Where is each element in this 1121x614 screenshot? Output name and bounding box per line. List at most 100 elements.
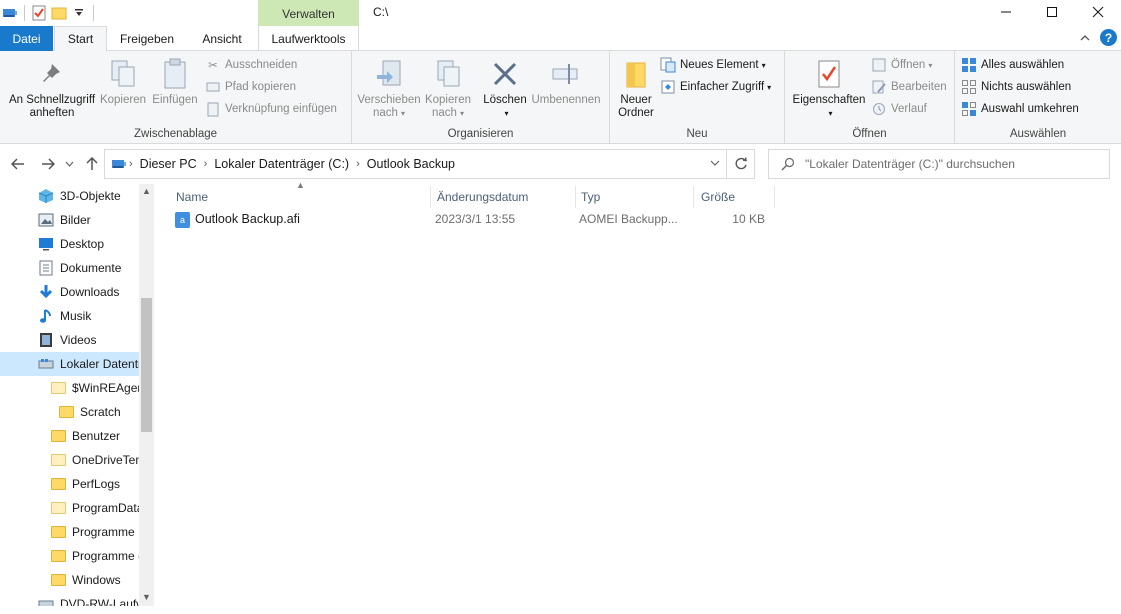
breadcrumb-separator[interactable]: ›: [129, 158, 133, 170]
3d-objects-icon: [38, 188, 54, 204]
nav-item-programdata[interactable]: ProgramData: [0, 496, 140, 520]
nav-item-documents[interactable]: Dokumente: [0, 256, 140, 280]
organize-group: Verschieben nach ▾ Kopieren nach ▾ Löschen…: [352, 51, 610, 144]
properties-checkmark-icon: [812, 57, 846, 91]
nav-item-scratch[interactable]: Scratch: [0, 400, 140, 424]
pin-quick-access-button[interactable]: An Schnellzugriff anheften: [4, 57, 100, 120]
file-size: 10 KB: [732, 212, 765, 226]
status-bar: [0, 606, 1121, 614]
chevron-down-icon: [65, 161, 73, 167]
customize-qat-icon[interactable]: [69, 2, 89, 24]
nav-item-downloads[interactable]: Downloads: [0, 280, 140, 304]
copy-button[interactable]: Kopieren: [98, 57, 148, 107]
nav-item-dvd-drive[interactable]: DVD-RW-Laufwerk: [0, 592, 140, 606]
paste-button[interactable]: Einfügen: [150, 57, 200, 107]
breadcrumb-outlook-backup[interactable]: Outlook Backup: [367, 157, 455, 171]
close-button[interactable]: [1075, 0, 1121, 24]
file-list: ▲ Name Änderungsdatum Typ Größe a Outloo…: [160, 180, 1121, 606]
invert-selection-button[interactable]: Auswahl umkehren: [961, 99, 1079, 119]
select-none-button[interactable]: Nichts auswählen: [961, 77, 1071, 97]
breadcrumb-this-pc[interactable]: Dieser PC: [140, 157, 197, 171]
tab-home[interactable]: Start: [54, 26, 107, 52]
desktop-icon: [38, 236, 54, 252]
scroll-down-arrow[interactable]: ▼: [139, 590, 154, 604]
nav-item-music[interactable]: Musik: [0, 304, 140, 328]
column-header-type[interactable]: Typ: [565, 184, 693, 210]
refresh-button[interactable]: [727, 149, 755, 179]
forward-arrow-icon: [42, 158, 55, 170]
new-folder-icon[interactable]: [49, 2, 69, 24]
new-folder-button[interactable]: Neuer Ordner: [614, 57, 658, 120]
column-header-name[interactable]: Name: [160, 184, 430, 210]
paste-shortcut-button[interactable]: Verknüpfung einfügen: [205, 99, 337, 119]
delete-button[interactable]: Löschen ▾: [480, 57, 530, 120]
folder-icon: [50, 524, 66, 540]
copy-to-button[interactable]: Kopieren nach ▾: [422, 57, 474, 120]
nav-item-videos[interactable]: Videos: [0, 328, 140, 352]
history-button[interactable]: Verlauf: [871, 99, 927, 119]
properties-button[interactable]: Eigenschaften ▾: [789, 57, 869, 120]
move-to-button[interactable]: Verschieben nach ▾: [356, 57, 422, 120]
column-header-size[interactable]: Größe: [685, 184, 775, 210]
drive-icon: [38, 356, 54, 372]
maximize-button[interactable]: [1029, 0, 1075, 24]
up-button[interactable]: [82, 154, 102, 174]
tab-share[interactable]: Freigeben: [108, 26, 186, 51]
folder-icon: [50, 452, 66, 468]
select-all-button[interactable]: Alles auswählen: [961, 55, 1064, 75]
file-name[interactable]: Outlook Backup.afi: [195, 212, 300, 226]
properties-icon[interactable]: [29, 2, 49, 24]
open-icon: [871, 57, 887, 73]
clipboard-group-label: Zwischenablage: [133, 128, 218, 140]
nav-item-winreagent[interactable]: $WinREAgent: [0, 376, 140, 400]
navigation-pane-scrollbar[interactable]: ▲ ▼: [139, 184, 154, 606]
easy-access-button[interactable]: Einfacher Zugriff ▾: [660, 77, 771, 97]
address-history-dropdown[interactable]: [710, 157, 720, 169]
nav-item-local-disk[interactable]: Lokaler Datenträger (C:): [0, 352, 140, 376]
open-button[interactable]: Öffnen ▾: [871, 55, 932, 75]
select-all-icon: [961, 57, 977, 73]
search-input[interactable]: "Lokaler Datenträger (C:)" durchsuchen: [805, 157, 1015, 171]
file-type: AOMEI Backupp...: [579, 212, 678, 226]
edit-button[interactable]: Bearbeiten: [871, 77, 947, 97]
tab-drive-tools[interactable]: Laufwerktools: [258, 26, 359, 51]
file-row[interactable]: a Outlook Backup.afi 2023/3/1 13:55 AOME…: [173, 209, 778, 231]
cut-button[interactable]: ✂ Ausschneiden: [205, 55, 297, 75]
nav-item-programme-x86[interactable]: Programme (x86): [0, 544, 140, 568]
move-to-icon: [372, 57, 406, 91]
scrollbar-thumb[interactable]: [141, 298, 152, 432]
breadcrumb-separator[interactable]: ›: [356, 158, 360, 170]
select-group: Alles auswählen Nichts auswählen Auswahl…: [955, 51, 1121, 144]
nav-item-pictures[interactable]: Bilder: [0, 208, 140, 232]
tab-view[interactable]: Ansicht: [186, 26, 258, 51]
forward-button[interactable]: [38, 154, 58, 174]
scroll-up-arrow[interactable]: ▲: [139, 184, 154, 198]
help-icon[interactable]: ?: [1100, 29, 1117, 46]
collapse-ribbon-icon[interactable]: [1080, 34, 1090, 42]
search-box[interactable]: "Lokaler Datenträger (C:)" durchsuchen: [768, 149, 1110, 179]
breadcrumb-separator[interactable]: ›: [204, 158, 208, 170]
breadcrumb-local-disk[interactable]: Lokaler Datenträger (C:): [214, 157, 349, 171]
copy-path-button[interactable]: Pfad kopieren: [205, 77, 296, 97]
invert-selection-icon: [961, 101, 977, 117]
new-group-label: Neu: [686, 128, 708, 140]
back-button[interactable]: [8, 154, 28, 174]
rename-button[interactable]: Umbenennen: [530, 57, 602, 107]
nav-item-perflogs[interactable]: PerfLogs: [0, 472, 140, 496]
nav-item-programme[interactable]: Programme: [0, 520, 140, 544]
minimize-button[interactable]: [983, 0, 1029, 24]
nav-item-benutzer[interactable]: Benutzer: [0, 424, 140, 448]
address-bar[interactable]: › Dieser PC › Lokaler Datenträger (C:) ›…: [104, 149, 727, 179]
nav-item-3d-objects[interactable]: 3D-Objekte: [0, 184, 140, 208]
new-item-button[interactable]: Neues Element ▾: [660, 55, 766, 75]
nav-item-desktop[interactable]: Desktop: [0, 232, 140, 256]
column-header-modified[interactable]: Änderungsdatum: [421, 184, 575, 210]
nav-item-onedrivetemp[interactable]: OneDriveTemp: [0, 448, 140, 472]
maximize-icon: [1047, 7, 1057, 17]
recent-locations-button[interactable]: [62, 154, 76, 174]
copy-icon: [106, 57, 140, 91]
back-arrow-icon: [11, 158, 24, 170]
folder-icon: [50, 380, 66, 396]
nav-item-windows[interactable]: Windows: [0, 568, 140, 592]
tab-file[interactable]: Datei: [0, 26, 53, 51]
